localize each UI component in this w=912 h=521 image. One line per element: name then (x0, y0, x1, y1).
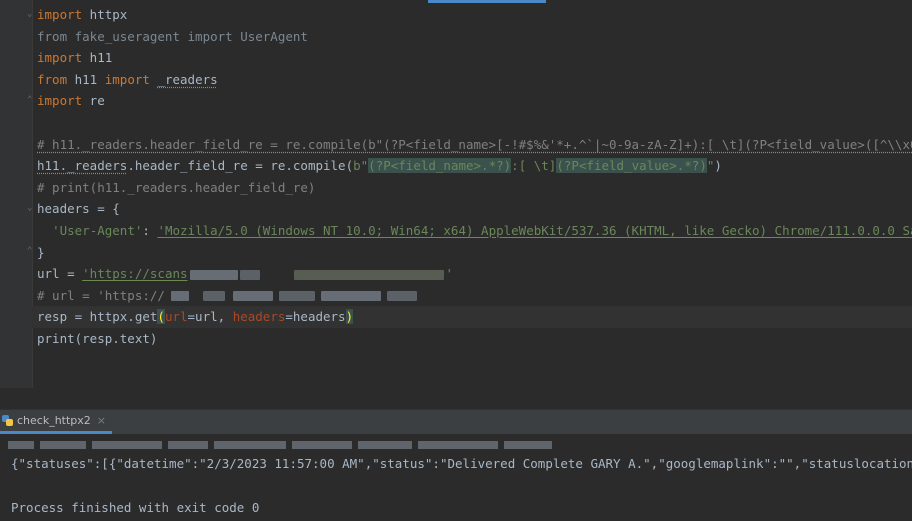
keyword: import (37, 50, 83, 66)
unused-import: from fake_useragent import UserAgent (37, 28, 308, 44)
code-line: # h11._readers.header_field_re = re.comp… (37, 134, 912, 156)
run-tool-window-header: check_httpx2 × (0, 409, 912, 435)
fold-icon[interactable]: ⌄ (27, 204, 34, 213)
redacted-text (386, 291, 417, 302)
keyword: import (37, 93, 83, 109)
code-editor[interactable]: ⌄ ⌃ ⌄ ⌃ import httpx from fake_useragent… (0, 0, 912, 388)
close-icon[interactable]: × (97, 414, 106, 427)
module-name: httpx (82, 7, 128, 22)
comment: # h11._readers.header_field_re = re.comp… (37, 136, 912, 152)
string-quote: ' (445, 266, 454, 282)
code-line: } (37, 242, 912, 264)
redacted-text (278, 291, 315, 302)
keyword: import (104, 71, 150, 87)
matched-paren: ) (345, 309, 354, 325)
matched-paren: ( (157, 309, 165, 325)
code-line: headers = { (37, 198, 912, 220)
code-line: from h11 import _readers (37, 69, 912, 91)
fold-icon[interactable]: ⌃ (27, 247, 34, 256)
regex-group: (?P<field_value>.*?) (556, 158, 707, 174)
code-token: ) (714, 158, 722, 174)
bytes-prefix: b" (353, 158, 369, 174)
console-exit-message: Process finished with exit code 0 (11, 500, 260, 515)
keyword: import (37, 7, 83, 22)
code-line: import h11 (37, 47, 912, 69)
code-token: resp = httpx.get (37, 309, 158, 325)
imported-name: _readers (157, 71, 218, 87)
redacted-text (202, 291, 225, 302)
comment: # print(h11._readers.header_field_re) (37, 179, 316, 195)
code-line: # print(h11._readers.header_field_re) (37, 177, 912, 199)
redacted-text (189, 269, 238, 280)
code-line: h11._readers.header_field_re = re.compil… (37, 155, 912, 177)
keyword-arg: headers (232, 309, 286, 325)
code-token: } (37, 244, 45, 260)
redacted-text (170, 291, 189, 302)
module-name: h11 (67, 71, 105, 87)
active-tab-indicator (428, 0, 546, 3)
code-token: =headers (285, 309, 346, 325)
code-line: 'User-Agent': 'Mozilla/5.0 (Windows NT 1… (37, 220, 912, 242)
code-token: headers = { (37, 201, 120, 217)
regex-token: :[ \t] (511, 158, 557, 174)
code-line: print(resp.text) (37, 328, 912, 350)
comment: # url = 'https:// (37, 287, 165, 303)
console-output-json: {"statuses":[{"datetime":"2/3/2023 11:57… (11, 456, 912, 471)
code-line: from fake_useragent import UserAgent (37, 26, 912, 48)
editor-gutter: ⌄ ⌃ ⌄ ⌃ (0, 0, 33, 388)
dict-key: 'User-Agent' (52, 222, 143, 238)
module-name: re (82, 93, 105, 109)
code-token: print(resp.text) (37, 330, 158, 346)
code-token: _readers (67, 158, 128, 174)
code-area[interactable]: import httpx from fake_useragent import … (32, 4, 912, 350)
fold-icon[interactable]: ⌃ (27, 96, 34, 105)
redacted-text (320, 291, 381, 302)
code-token: =url, (187, 309, 233, 325)
code-line: import httpx (37, 4, 912, 26)
code-line: import re (37, 90, 912, 112)
url-string: 'https://scans (82, 266, 188, 282)
code-token: url = (37, 266, 83, 282)
run-tab-label: check_httpx2 (17, 414, 91, 427)
redacted-command-line (8, 441, 552, 449)
redacted-text (239, 269, 260, 280)
run-console[interactable]: {"statuses":[{"datetime":"2/3/2023 11:57… (0, 434, 912, 521)
user-agent-string: 'Mozilla/5.0 (Windows NT 10.0; Win64; x6… (157, 222, 912, 238)
code-token: .header_field_re = re.compile( (127, 158, 354, 174)
run-tab[interactable]: check_httpx2 × (0, 410, 113, 434)
code-line: # url = 'https:// (37, 285, 912, 307)
redacted-text (232, 291, 273, 302)
code-line: url = 'https://scans ' (37, 263, 912, 285)
code-token: : (142, 222, 158, 238)
keyword-arg: url (164, 309, 188, 325)
module-name: h11 (82, 50, 113, 66)
redacted-text (293, 269, 444, 280)
regex-group: (?P<field_name>.*?) (368, 158, 512, 174)
code-line-current: resp = httpx.get(url=url, headers=header… (32, 306, 912, 328)
keyword: from (37, 71, 68, 87)
python-file-icon (2, 415, 13, 426)
code-token: h11. (37, 158, 68, 174)
fold-icon[interactable]: ⌄ (27, 10, 34, 19)
